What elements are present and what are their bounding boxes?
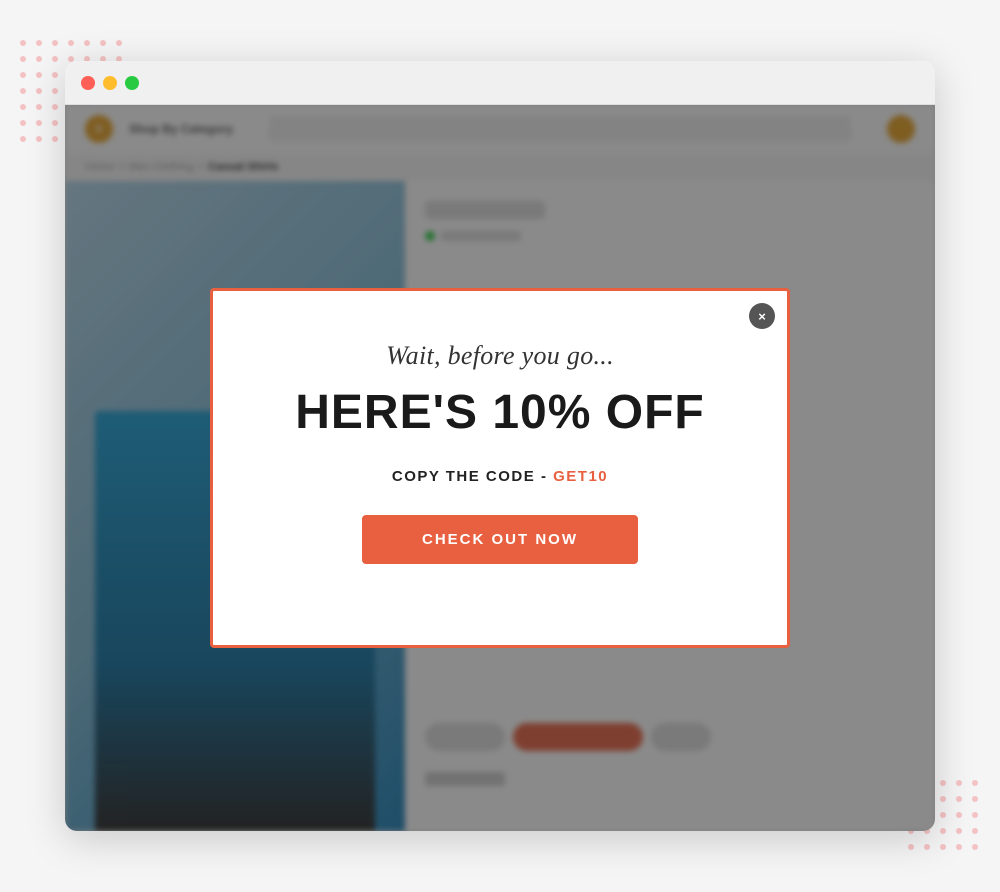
browser-titlebar [65, 61, 935, 105]
window-close-button[interactable] [81, 76, 95, 90]
window-maximize-button[interactable] [125, 76, 139, 90]
popup-code-line: COPY THE CODE - GET10 [392, 468, 608, 485]
window-minimize-button[interactable] [103, 76, 117, 90]
browser-content-area: S Shop By Category Home > Men Clothing >… [65, 105, 935, 831]
browser-window: S Shop By Category Home > Men Clothing >… [65, 61, 935, 831]
popup-code-prefix: COPY THE CODE - [392, 468, 553, 485]
checkout-now-button[interactable]: CHECK OUT NOW [362, 515, 638, 564]
popup-subtitle: Wait, before you go... [386, 341, 614, 371]
popup-close-button[interactable]: × [749, 303, 775, 329]
popup-title: HERE'S 10% OFF [295, 387, 705, 440]
close-icon: × [758, 310, 766, 323]
modal-overlay: × Wait, before you go... HERE'S 10% OFF … [65, 105, 935, 831]
popup-code-value: GET10 [553, 468, 608, 485]
exit-intent-popup: × Wait, before you go... HERE'S 10% OFF … [210, 288, 790, 648]
